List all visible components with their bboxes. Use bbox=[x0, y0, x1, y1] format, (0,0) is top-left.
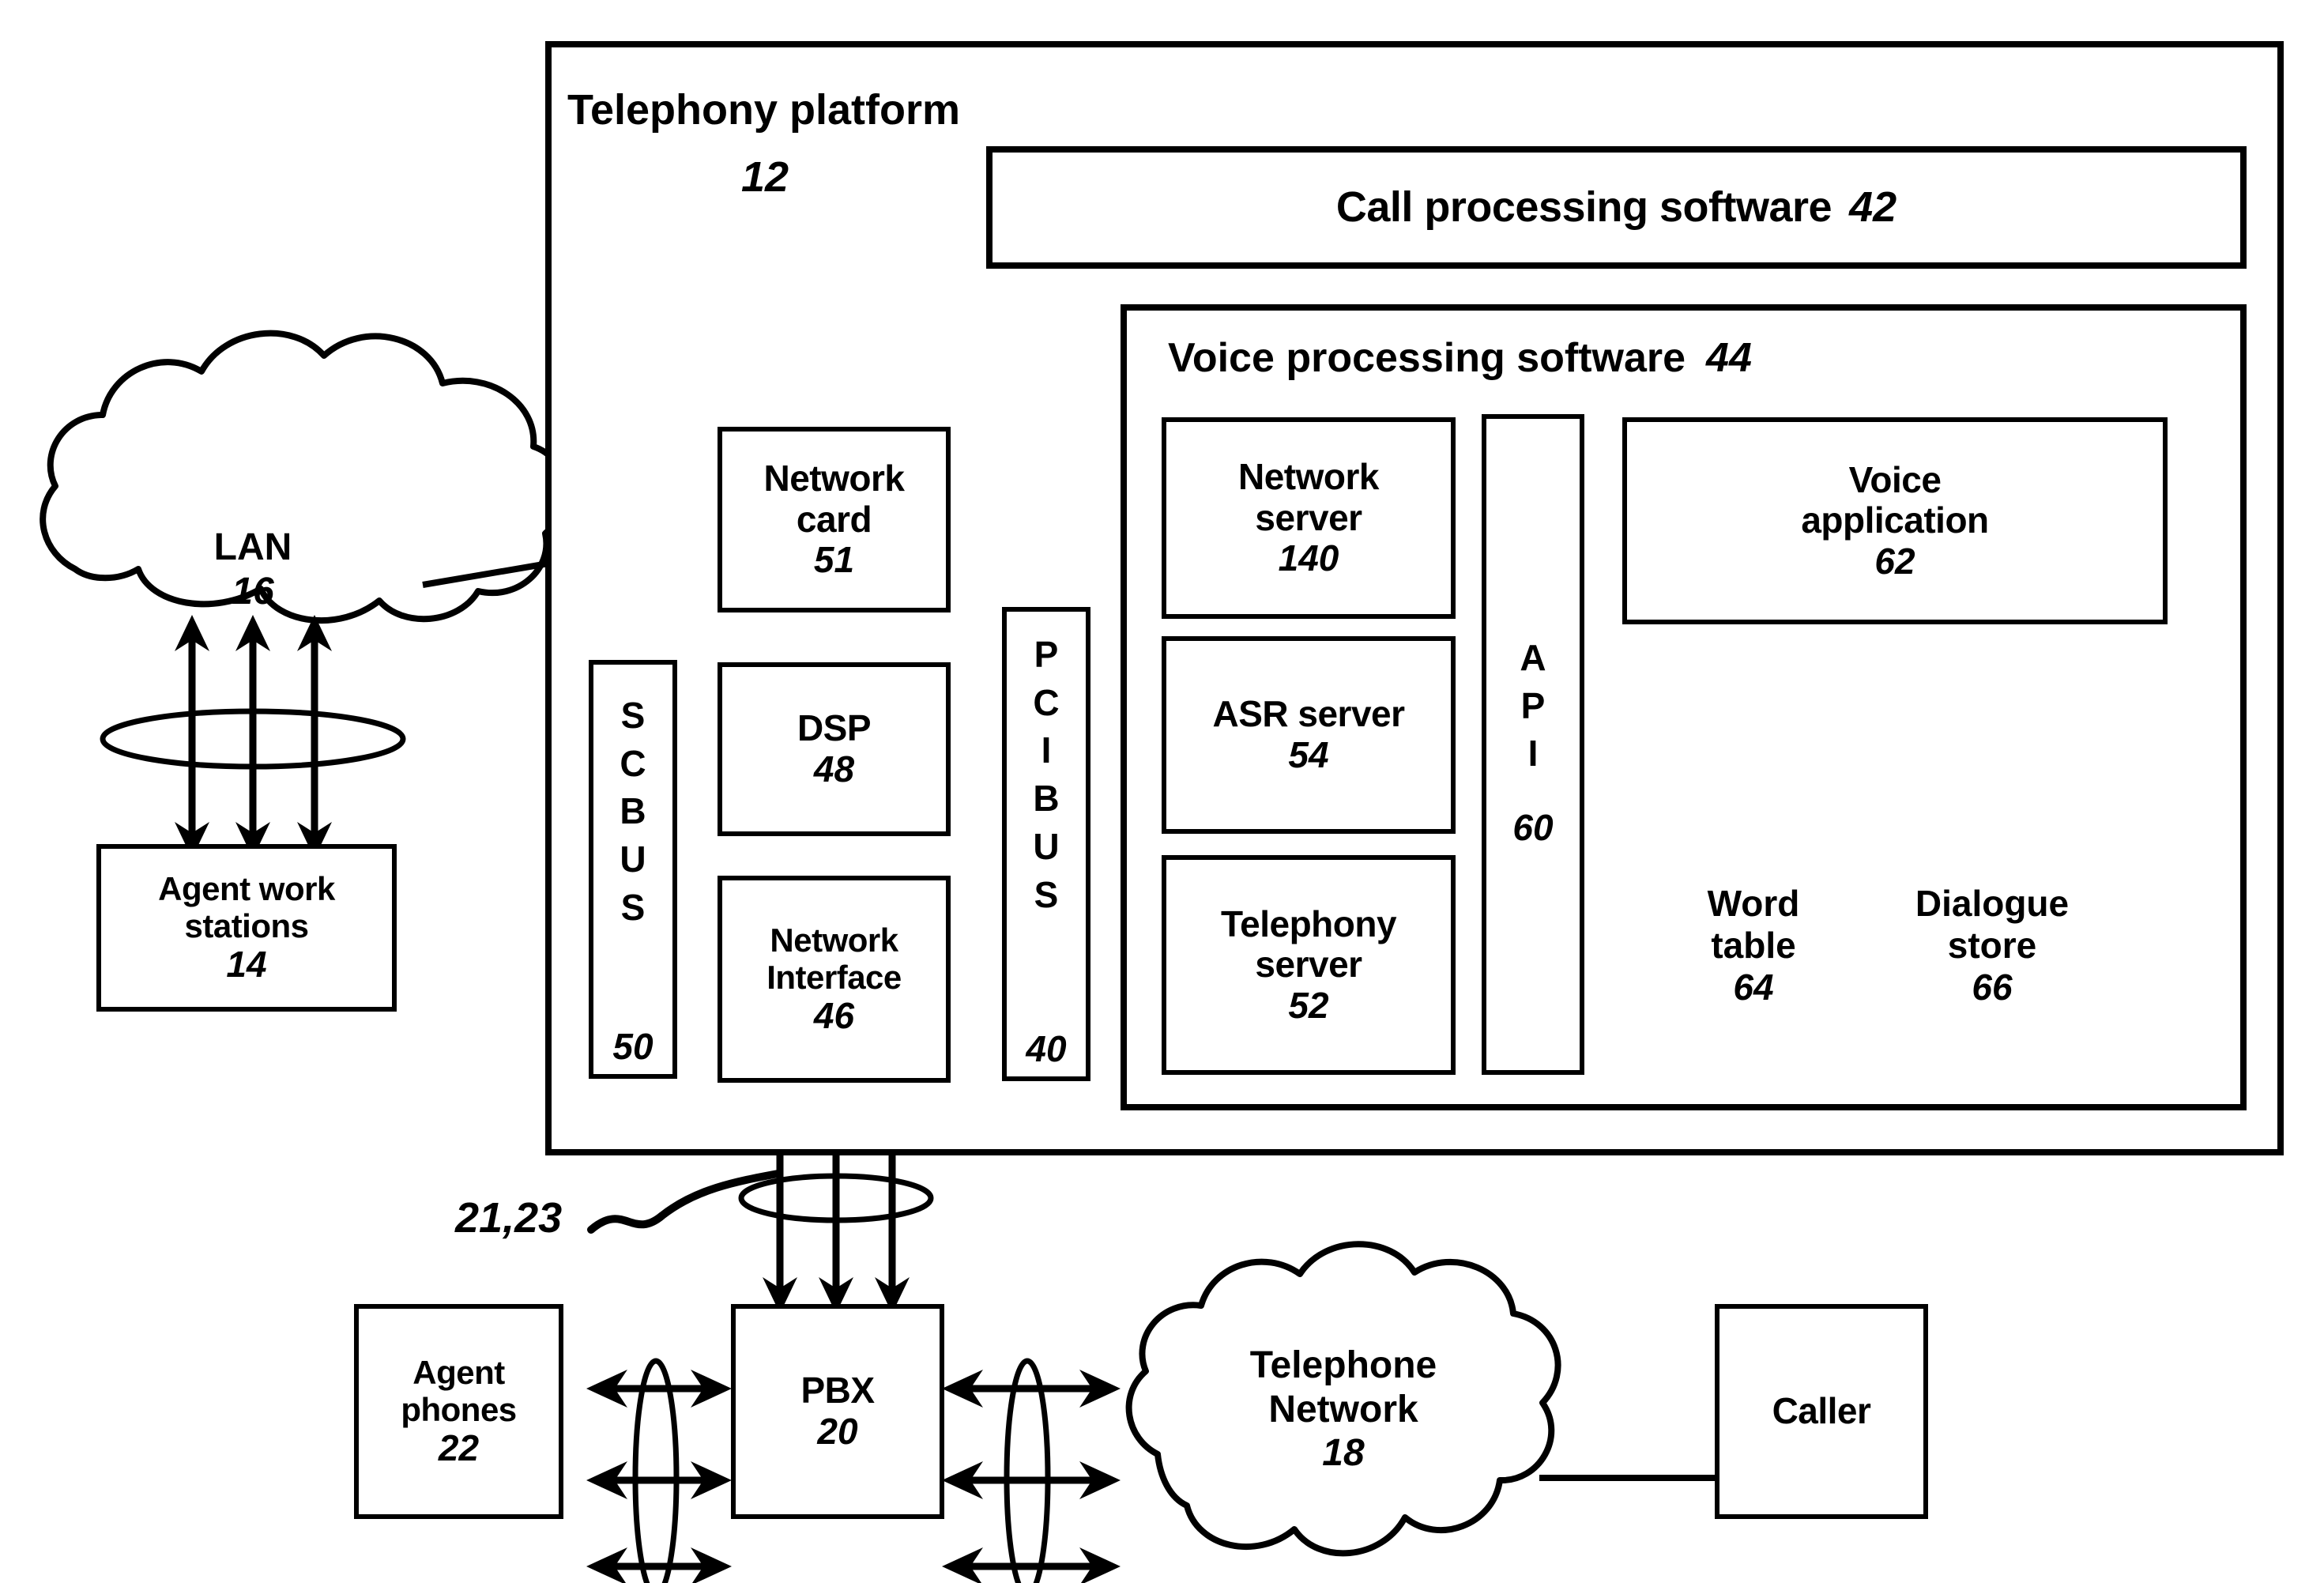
pci-bus-letter-1: C bbox=[1033, 681, 1060, 723]
dsp-label: DSP bbox=[797, 707, 872, 749]
pci-bus-letter-5: S bbox=[1034, 873, 1059, 915]
telephony-server-box[interactable]: Telephony server 52 bbox=[1162, 855, 1456, 1075]
dialogue-store-label-line1: Dialogue bbox=[1915, 883, 2070, 924]
telnet-trunk-ellipse bbox=[1004, 1358, 1051, 1583]
network-interface-label-line2: Interface bbox=[767, 959, 902, 997]
agent-work-stations-label-line1: Agent work bbox=[158, 870, 335, 908]
voice-application-box[interactable]: Voice application 62 bbox=[1622, 417, 2168, 624]
pbx-ref: 20 bbox=[817, 1411, 858, 1452]
network-card-label-line1: Network bbox=[763, 458, 905, 499]
agent-work-stations-ref: 14 bbox=[226, 944, 267, 986]
pbx-telnet-arrowheads bbox=[942, 1370, 1121, 1583]
telephone-network-ref: 18 bbox=[1322, 1432, 1365, 1475]
lan-workstation-links bbox=[188, 632, 318, 844]
dsp-box[interactable]: DSP 48 bbox=[718, 662, 951, 836]
voice-application-ref: 62 bbox=[1874, 540, 1915, 582]
api-letter-2: I bbox=[1527, 733, 1539, 775]
asr-server-box[interactable]: ASR server 54 bbox=[1162, 636, 1456, 834]
network-card-ref: 51 bbox=[813, 539, 855, 581]
network-server-label-line1: Network bbox=[1238, 456, 1379, 498]
word-table-caption: Word table 64 bbox=[1662, 883, 1845, 1008]
pbx-box[interactable]: PBX 20 bbox=[731, 1304, 944, 1519]
call-processing-software-box[interactable]: Call processing software 42 bbox=[986, 146, 2247, 269]
word-table-ref: 64 bbox=[1733, 966, 1774, 1008]
sc-bus-letter-4: S bbox=[620, 886, 646, 928]
network-interface-box[interactable]: Network Interface 46 bbox=[718, 876, 951, 1083]
asr-server-label: ASR server bbox=[1212, 693, 1405, 735]
sc-bus-ref: 50 bbox=[612, 1026, 654, 1067]
pci-bus-letter-4: U bbox=[1033, 825, 1060, 867]
pbx-telnet-links bbox=[956, 1385, 1106, 1570]
voice-application-label-line2: application bbox=[1801, 499, 1989, 541]
api-ref: 60 bbox=[1512, 807, 1554, 849]
agent-phones-label-line1: Agent bbox=[412, 1354, 505, 1392]
telephony-server-ref: 52 bbox=[1288, 984, 1329, 1026]
network-server-box[interactable]: Network server 140 bbox=[1162, 417, 1456, 619]
voice-processing-software-label: Voice processing software bbox=[1168, 335, 1686, 381]
lan-trunk-ellipse bbox=[100, 708, 406, 770]
sc-bus-box[interactable]: S C B U S 50 bbox=[589, 660, 677, 1079]
api-letter-0: A bbox=[1520, 636, 1546, 678]
dsp-ref: 48 bbox=[813, 748, 855, 790]
lan-ref: 16 bbox=[232, 570, 274, 612]
agent-work-stations-box[interactable]: Agent work stations 14 bbox=[96, 844, 397, 1012]
telephony-platform-ref: 12 bbox=[741, 153, 789, 201]
voice-processing-software-ref: 44 bbox=[1706, 335, 1752, 381]
word-table-label-line1: Word bbox=[1707, 883, 1800, 924]
pci-bus-letter-3: B bbox=[1033, 778, 1060, 820]
call-processing-software-ref: 42 bbox=[1849, 183, 1897, 232]
sc-bus-letter-1: C bbox=[620, 742, 646, 784]
agentphones-trunk-ellipse bbox=[632, 1358, 680, 1583]
agent-work-stations-label-line2: stations bbox=[184, 907, 309, 945]
network-server-ref: 140 bbox=[1278, 537, 1339, 579]
pbx-trunk-ellipse bbox=[738, 1173, 934, 1223]
sc-bus-letter-0: S bbox=[620, 695, 646, 736]
agentphones-pbx-arrowheads bbox=[586, 1370, 732, 1583]
caller-box[interactable]: Caller bbox=[1715, 1304, 1928, 1519]
agent-phones-box[interactable]: Agent phones 22 bbox=[354, 1304, 563, 1519]
pci-bus-letter-0: P bbox=[1034, 634, 1059, 675]
call-processing-software-label: Call processing software bbox=[1335, 183, 1832, 232]
api-letter-1: P bbox=[1520, 684, 1546, 726]
network-interface-label-line1: Network bbox=[770, 922, 898, 959]
agent-phones-ref: 22 bbox=[438, 1427, 480, 1469]
lan-cloud-caption: LAN 16 bbox=[170, 526, 336, 613]
word-table-label-line2: table bbox=[1711, 924, 1796, 966]
asr-server-ref: 54 bbox=[1288, 734, 1329, 775]
pci-bus-letter-2: I bbox=[1041, 729, 1052, 771]
api-box[interactable]: A P I 60 bbox=[1482, 414, 1584, 1075]
caller-label: Caller bbox=[1772, 1390, 1871, 1432]
word-table-cylinder[interactable]: Word table 64 bbox=[1662, 842, 1845, 1075]
telephony-platform-title: Telephony platform bbox=[567, 86, 961, 134]
lan-workstation-arrowheads bbox=[175, 615, 332, 858]
agent-phones-label-line2: phones bbox=[401, 1391, 517, 1429]
trunk-label-21-23: 21,23 bbox=[455, 1194, 563, 1242]
network-interface-ref: 46 bbox=[813, 995, 855, 1037]
telephony-platform-label: Telephony platform bbox=[567, 86, 961, 134]
voice-processing-software-title: Voice processing software 44 bbox=[1168, 335, 1752, 381]
figure-canvas: Telephony platform 12 Call processing so… bbox=[0, 0, 2324, 1583]
telephone-network-caption: Telephone Network 18 bbox=[1221, 1344, 1466, 1476]
telephony-server-label-line2: server bbox=[1255, 944, 1362, 986]
lan-label: LAN bbox=[213, 526, 292, 568]
network-server-label-line2: server bbox=[1255, 496, 1362, 538]
voice-application-label-line1: Voice bbox=[1848, 458, 1942, 500]
sc-bus-letter-3: U bbox=[620, 839, 646, 880]
network-card-label-line2: card bbox=[796, 498, 872, 540]
dialogue-store-ref: 66 bbox=[1972, 966, 2013, 1008]
telephone-network-label-line2: Network bbox=[1268, 1388, 1418, 1430]
pci-bus-ref: 40 bbox=[1026, 1028, 1067, 1069]
agentphones-pbx-links bbox=[601, 1385, 718, 1570]
pci-bus-box[interactable]: P C I B U S 40 bbox=[1002, 607, 1090, 1081]
network-card-box[interactable]: Network card 51 bbox=[718, 427, 951, 612]
telephony-server-label-line1: Telephony bbox=[1220, 903, 1397, 944]
sc-bus-letter-2: B bbox=[620, 790, 646, 832]
telephone-network-label-line1: Telephone bbox=[1249, 1344, 1437, 1386]
dialogue-store-caption: Dialogue store 66 bbox=[1900, 883, 2084, 1008]
dialogue-store-cylinder[interactable]: Dialogue store 66 bbox=[1900, 842, 2084, 1075]
trunk-leader-squiggle bbox=[587, 1170, 782, 1234]
dialogue-store-label-line2: store bbox=[1947, 924, 2037, 966]
pbx-label: PBX bbox=[800, 1370, 875, 1412]
